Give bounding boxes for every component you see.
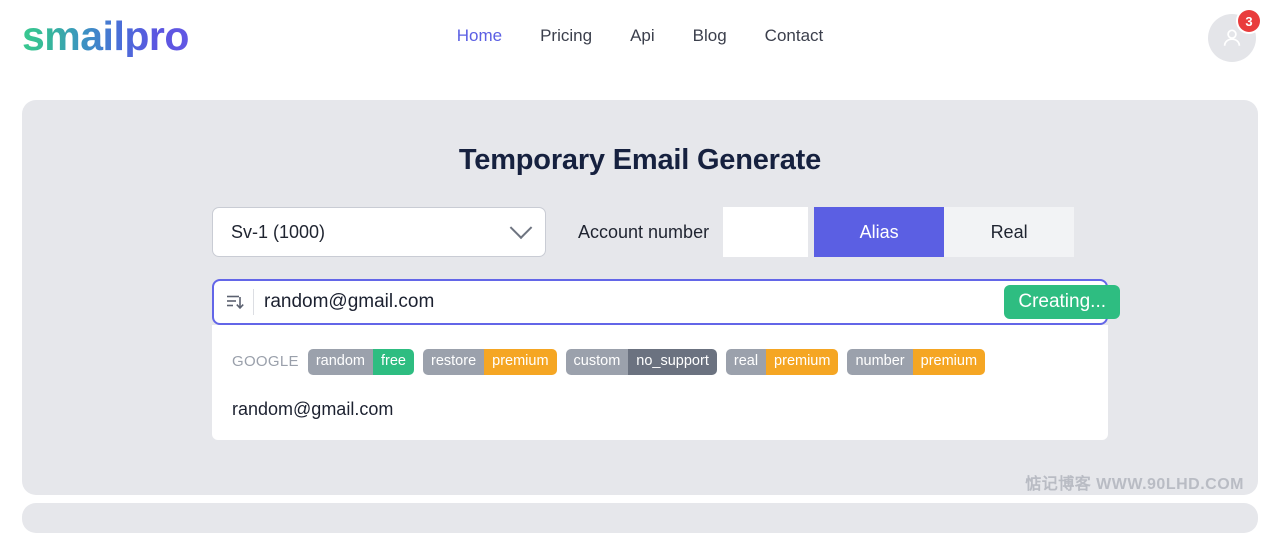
chevron-down-icon (510, 216, 533, 239)
suggestion-panel: GOOGLE random free restore premium custo… (212, 325, 1108, 440)
server-select-value: Sv-1 (1000) (231, 222, 325, 243)
watermark: 惦记博客 WWW.90LHD.COM (1025, 470, 1244, 494)
suggestion-tags: GOOGLE random free restore premium custo… (232, 349, 1108, 375)
tag-key: restore (423, 349, 484, 375)
email-input[interactable]: random@gmail.com (264, 291, 1074, 313)
tag-value: premium (484, 349, 556, 375)
site-header: smailpro Home Pricing Api Blog Contact 3 (0, 0, 1280, 72)
account-number-label: Account number (546, 207, 723, 257)
mode-toggle-real[interactable]: Real (944, 207, 1074, 257)
generator-controls: Sv-1 (1000) Account number Alias Real (212, 207, 1258, 257)
tag-key: real (726, 349, 766, 375)
account-number-input[interactable] (723, 207, 808, 257)
tag-key: number (847, 349, 912, 375)
main-navigation: Home Pricing Api Blog Contact (457, 26, 824, 46)
nav-item-api[interactable]: Api (630, 26, 655, 46)
mode-toggle-group: Alias Real (814, 207, 1074, 257)
sort-descending-icon[interactable] (224, 289, 254, 315)
nav-item-home[interactable]: Home (457, 26, 502, 46)
tag-key: custom (566, 349, 629, 375)
account-menu[interactable]: 3 (1208, 14, 1256, 62)
email-input-row: random@gmail.com Creating... (212, 279, 1108, 325)
nav-item-blog[interactable]: Blog (693, 26, 727, 46)
suggestion-result-item[interactable]: random@gmail.com (232, 399, 1108, 420)
generator-card: Temporary Email Generate Sv-1 (1000) Acc… (22, 100, 1258, 495)
tag-key: random (308, 349, 373, 375)
nav-item-pricing[interactable]: Pricing (540, 26, 592, 46)
tag-real-premium[interactable]: real premium (726, 349, 839, 375)
notification-badge: 3 (1238, 10, 1260, 32)
provider-label: GOOGLE (232, 353, 299, 370)
next-section-card (22, 503, 1258, 533)
tag-value: free (373, 349, 414, 375)
tag-value: premium (913, 349, 985, 375)
server-select[interactable]: Sv-1 (1000) (212, 207, 546, 257)
mode-toggle-alias[interactable]: Alias (814, 207, 944, 257)
create-button[interactable]: Creating... (1004, 285, 1120, 319)
tag-restore-premium[interactable]: restore premium (423, 349, 557, 375)
tag-number-premium[interactable]: number premium (847, 349, 985, 375)
tag-value: premium (766, 349, 838, 375)
sort-descending-glyph (225, 292, 245, 312)
nav-item-contact[interactable]: Contact (765, 26, 824, 46)
logo[interactable]: smailpro (22, 16, 189, 57)
page-title: Temporary Email Generate (22, 144, 1258, 177)
tag-value: no_support (628, 349, 717, 375)
tag-random-free[interactable]: random free (308, 349, 414, 375)
tag-custom-no-support[interactable]: custom no_support (566, 349, 717, 375)
